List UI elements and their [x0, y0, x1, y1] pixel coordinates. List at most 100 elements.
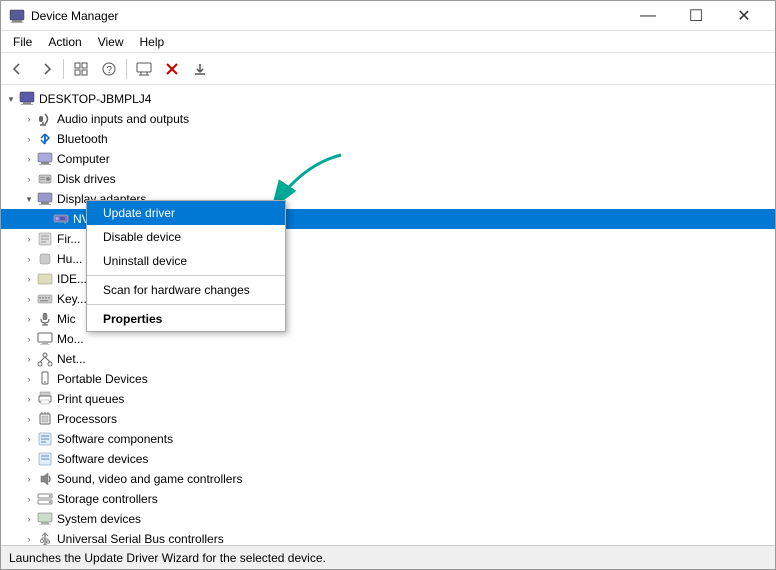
tree-item-portable[interactable]: › Portable Devices: [1, 369, 775, 389]
expand-audio[interactable]: ›: [21, 111, 37, 127]
portable-icon: [37, 371, 53, 387]
ide-label: IDE...: [57, 272, 87, 286]
menu-bar: File Action View Help: [1, 31, 775, 53]
menu-help[interactable]: Help: [132, 31, 173, 53]
tree-item-audio[interactable]: › Audio inputs and outputs: [1, 109, 775, 129]
swdev-label: Software devices: [57, 452, 148, 466]
expand-display[interactable]: ▾: [21, 191, 37, 207]
toolbar-sep-2: [126, 59, 127, 79]
expand-usb[interactable]: ›: [21, 531, 37, 545]
toolbar-forward[interactable]: [33, 56, 59, 82]
system-label: System devices: [57, 512, 141, 526]
toolbar-sep-1: [63, 59, 64, 79]
expand-swcomp[interactable]: ›: [21, 431, 37, 447]
context-menu-uninstall-device[interactable]: Uninstall device: [87, 249, 285, 273]
expand-processors[interactable]: ›: [21, 411, 37, 427]
system-icon: [37, 511, 53, 527]
toolbar-download[interactable]: [187, 56, 213, 82]
sound-label: Sound, video and game controllers: [57, 472, 242, 486]
expand-network[interactable]: ›: [21, 351, 37, 367]
print-icon: [37, 391, 53, 407]
expand-root[interactable]: ▾: [3, 91, 19, 107]
context-menu-sep-1: [87, 275, 285, 276]
toolbar-delete[interactable]: [159, 56, 185, 82]
keyboard-label: Key...: [57, 292, 87, 306]
status-text: Launches the Update Driver Wizard for th…: [9, 551, 326, 565]
tree-item-processors[interactable]: › Processors: [1, 409, 775, 429]
maximize-button[interactable]: ☐: [673, 1, 719, 31]
bluetooth-label: Bluetooth: [57, 132, 108, 146]
status-bar: Launches the Update Driver Wizard for th…: [1, 545, 775, 569]
mic-icon: [37, 311, 53, 327]
context-menu-sep-2: [87, 304, 285, 305]
context-menu-properties[interactable]: Properties: [87, 307, 285, 331]
storage-label: Storage controllers: [57, 492, 158, 506]
tree-item-system[interactable]: › System devices: [1, 509, 775, 529]
expand-print[interactable]: ›: [21, 391, 37, 407]
sound-icon: [37, 471, 53, 487]
expand-swdev[interactable]: ›: [21, 451, 37, 467]
menu-action[interactable]: Action: [40, 31, 89, 53]
network-icon: [37, 351, 53, 367]
monitors-label: Mo...: [57, 332, 84, 346]
hid-label: Hu...: [57, 252, 82, 266]
firmware-icon: [37, 231, 53, 247]
computer-label: Computer: [57, 152, 110, 166]
menu-view[interactable]: View: [90, 31, 132, 53]
expand-firmware[interactable]: ›: [21, 231, 37, 247]
audio-label: Audio inputs and outputs: [57, 112, 189, 126]
toolbar-grid[interactable]: [68, 56, 94, 82]
storage-icon: [37, 491, 53, 507]
close-button[interactable]: ✕: [721, 1, 767, 31]
expand-keyboard[interactable]: ›: [21, 291, 37, 307]
toolbar-monitor[interactable]: [131, 56, 157, 82]
usb-label: Universal Serial Bus controllers: [57, 532, 224, 545]
disk-icon: [37, 171, 53, 187]
computer-icon: [19, 91, 35, 107]
expand-nvidia: [37, 211, 53, 227]
menu-file[interactable]: File: [5, 31, 40, 53]
network-label: Net...: [57, 352, 86, 366]
title-bar-left: Device Manager: [9, 8, 118, 24]
tree-item-network[interactable]: › Net...: [1, 349, 775, 369]
bluetooth-icon: [37, 131, 53, 147]
expand-portable[interactable]: ›: [21, 371, 37, 387]
expand-system[interactable]: ›: [21, 511, 37, 527]
mic-label: Mic: [57, 312, 76, 326]
expand-monitors[interactable]: ›: [21, 331, 37, 347]
context-menu-scan-hardware[interactable]: Scan for hardware changes: [87, 278, 285, 302]
minimize-button[interactable]: —: [625, 1, 671, 31]
disk-label: Disk drives: [57, 172, 116, 186]
software-comp-icon: [37, 431, 53, 447]
expand-computer[interactable]: ›: [21, 151, 37, 167]
tree-item-print[interactable]: › Print queues: [1, 389, 775, 409]
tree-item-swcomp[interactable]: › Software components: [1, 429, 775, 449]
tree-item-monitors[interactable]: › Mo...: [1, 329, 775, 349]
monitor-icon: [37, 331, 53, 347]
expand-bluetooth[interactable]: ›: [21, 131, 37, 147]
tree-item-storage[interactable]: › Storage controllers: [1, 489, 775, 509]
tree-item-computer[interactable]: › Computer: [1, 149, 775, 169]
toolbar-help[interactable]: ?: [96, 56, 122, 82]
toolbar-back[interactable]: [5, 56, 31, 82]
expand-mic[interactable]: ›: [21, 311, 37, 327]
tree-item-disk[interactable]: › Disk drives: [1, 169, 775, 189]
expand-sound[interactable]: ›: [21, 471, 37, 487]
tree-item-usb[interactable]: › Universal Serial Bus: [1, 529, 775, 545]
tree-root[interactable]: ▾ DESKTOP-JBMPLJ4: [1, 89, 775, 109]
tree-item-sound[interactable]: › Sound, video and game controllers: [1, 469, 775, 489]
display-card-icon: [53, 211, 69, 227]
display-icon: [37, 191, 53, 207]
window-title: Device Manager: [31, 9, 118, 23]
context-menu-update-driver[interactable]: Update driver: [87, 201, 285, 225]
context-menu-disable-device[interactable]: Disable device: [87, 225, 285, 249]
processors-label: Processors: [57, 412, 117, 426]
expand-ide[interactable]: ›: [21, 271, 37, 287]
svg-text:?: ?: [107, 65, 113, 76]
swcomp-label: Software components: [57, 432, 173, 446]
tree-item-swdev[interactable]: › Software devices: [1, 449, 775, 469]
expand-storage[interactable]: ›: [21, 491, 37, 507]
expand-disk[interactable]: ›: [21, 171, 37, 187]
expand-hid[interactable]: ›: [21, 251, 37, 267]
tree-item-bluetooth[interactable]: › Bluetooth: [1, 129, 775, 149]
